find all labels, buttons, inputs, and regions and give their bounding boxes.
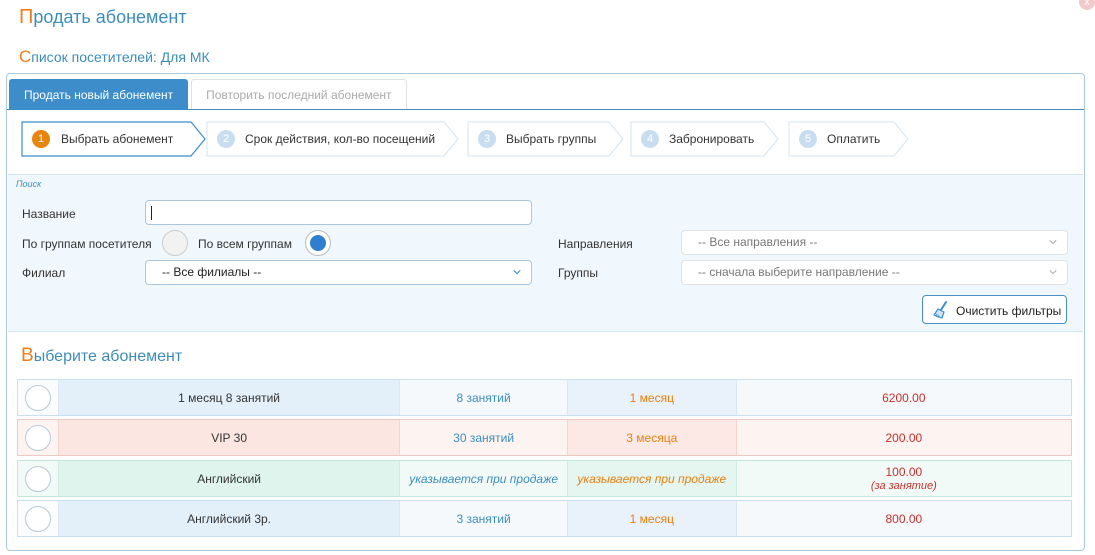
step-choose-groups[interactable]: 3 Выбрать группы [467,121,625,157]
subscription-period: 1 месяц [567,501,737,536]
subscription-visits: 8 занятий [400,380,568,415]
chevron-down-icon [1049,240,1057,245]
chevron-down-icon [1049,270,1057,275]
step-label: Срок действия, кол-во посещений [245,132,436,146]
step-choose-subscription[interactable]: 1 Выбрать абонемент [21,121,206,157]
page-title-text: родать абонемент [33,7,187,27]
chevron-down-icon [513,270,521,275]
subscription-period: 1 месяц [567,380,737,415]
step-label: Забронировать [669,132,755,146]
subscription-row[interactable]: VIP 30 30 занятий 3 месяца 200.00 [17,419,1072,456]
row-radio[interactable] [24,384,51,411]
name-label: Название [22,207,76,221]
directions-select[interactable]: -- Все направления -- [681,230,1068,255]
step-number: 3 [478,130,496,148]
price-note: (за занятие) [870,480,937,492]
step-number: 2 [217,130,235,148]
subscription-visits: 30 занятий [400,420,568,455]
page-title: Продать абонемент [19,6,187,29]
step-number: 4 [641,130,659,148]
close-icon[interactable]: x [1079,0,1095,10]
subscription-price: 6200.00 [882,390,926,405]
subscription-price-cell: 200.00 [736,420,1071,455]
subscription-row[interactable]: Английский указывается при продаже указы… [17,460,1072,497]
step-duration-visits[interactable]: 2 Срок действия, кол-во посещений [206,121,460,157]
subscription-row[interactable]: Английский 3р. 3 занятий 1 месяц 800.00 [17,500,1072,537]
by-all-groups-radio[interactable] [305,230,331,256]
subtitle-initial: С [19,47,32,66]
row-radio[interactable] [24,465,51,492]
row-select-cell [18,380,59,415]
choose-title-initial: В [21,345,34,366]
radio-selected-dot [310,235,326,251]
choose-title-text: ыберите абонемент [33,348,183,365]
row-select-cell [18,501,59,536]
subscription-visits: указывается при продаже [400,461,568,496]
branch-select[interactable]: -- Все филиалы -- [145,260,532,285]
choose-subscription-title: Выберите абонемент [21,345,182,367]
step-number: 1 [32,130,50,148]
tab-underline [7,109,1084,110]
subtitle-text: писок посетителей: Для МК [31,49,210,65]
step-number: 5 [799,130,817,148]
page-title-initial: П [19,6,34,28]
subscription-name: 1 месяц 8 занятий [58,380,401,415]
name-input[interactable] [145,200,532,225]
groups-label: Группы [558,266,598,280]
row-select-cell [18,420,59,455]
subscription-period: 3 месяца [567,420,737,455]
step-label: Выбрать абонемент [61,132,174,146]
subscription-price-cell: 6200.00 [736,380,1071,415]
search-filter-panel: Поиск Название По группам посетителя По … [8,174,1083,332]
subscription-name: Английский 3р. [58,501,401,536]
step-book[interactable]: 4 Забронировать [630,121,780,157]
subscription-price-cell: 100.00 (за занятие) [736,461,1071,496]
groups-select[interactable]: -- сначала выберите направление -- [681,260,1068,285]
directions-select-value: -- Все направления -- [698,235,818,249]
clear-filters-button[interactable]: Очистить фильтры [922,295,1067,324]
subscription-name: VIP 30 [58,420,401,455]
filter-legend: Поиск [16,179,42,189]
by-all-groups-label: По всем группам [198,237,292,251]
step-pay[interactable]: 5 Оплатить [788,121,910,157]
by-visitor-groups-radio[interactable] [162,230,188,256]
row-radio[interactable] [24,505,51,532]
sell-panel: Продать новый абонемент Повторить послед… [6,73,1085,551]
step-label: Выбрать группы [506,132,597,146]
visitor-list-subtitle: Список посетителей: Для МК [19,47,210,67]
row-select-cell [18,461,59,496]
branch-label: Филиал [22,266,66,280]
subscription-price: 200.00 [885,430,923,445]
groups-select-value: -- сначала выберите направление -- [698,265,900,279]
text-cursor [151,206,152,220]
step-label: Оплатить [827,132,881,146]
subscription-period: указывается при продаже [567,461,737,496]
tab-bar: Продать новый абонемент Повторить послед… [9,79,407,109]
clear-filters-label: Очистить фильтры [956,304,1062,318]
tab-repeat-last[interactable]: Повторить последний абонемент [191,79,407,109]
subscription-price-cell: 800.00 [736,501,1071,536]
subscription-row[interactable]: 1 месяц 8 занятий 8 занятий 1 месяц 6200… [17,379,1072,416]
directions-label: Направления [558,237,633,251]
subscription-name: Английский [58,461,401,496]
subscription-price: 800.00 [885,511,923,526]
subscription-visits: 3 занятий [400,501,568,536]
tab-sell-new[interactable]: Продать новый абонемент [9,79,189,109]
branch-select-value: -- Все филиалы -- [162,265,262,279]
broom-icon [933,301,947,319]
row-radio[interactable] [24,424,51,451]
by-visitor-groups-label: По группам посетителя [22,237,152,251]
subscription-price: 100.00 [885,465,923,479]
